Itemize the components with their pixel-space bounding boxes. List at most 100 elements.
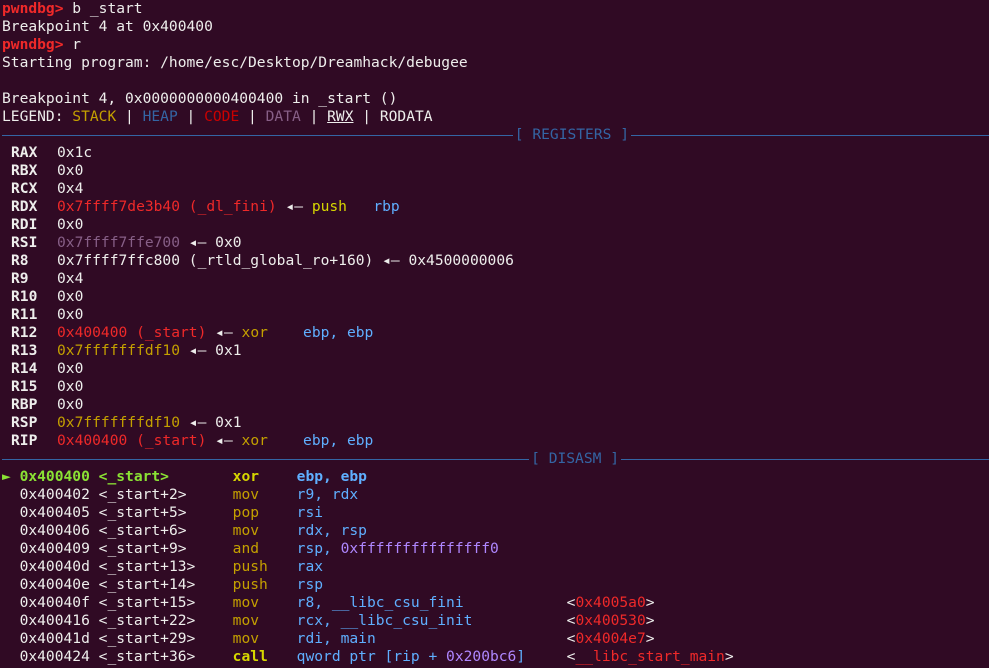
disasm-marker [2, 504, 20, 521]
register-row-rip: RIP 0x400400 (_start) ◂— xor ebp, ebp [2, 432, 989, 450]
operand-main: r9, [296, 486, 332, 503]
register-name: R15 [11, 378, 38, 395]
register-value: 0x400400 (_start) [57, 324, 207, 341]
disasm-marker [2, 522, 20, 539]
operand-main: rdi, [296, 630, 341, 647]
register-name: RDI [11, 216, 38, 233]
operand-main: rsi [296, 504, 324, 521]
disasm-marker [2, 612, 20, 629]
disasm-symbol: <_start> [98, 468, 169, 485]
branch-target: 0x400530 [575, 612, 646, 629]
disasm-title: [ DISASM ] [531, 450, 619, 467]
disasm-marker [2, 594, 20, 611]
register-name: R8 [11, 252, 29, 269]
legend-line: LEGEND: STACK | HEAP | CODE | DATA | RWX… [2, 108, 989, 126]
disasm-address: 0x400406 [19, 522, 90, 539]
disasm-current-line: ► 0x400400 <_start> xor ebp, ebp [2, 468, 989, 486]
deref-arrow-icon: ◂— [206, 432, 242, 449]
disasm-separator: [ DISASM ] [2, 450, 989, 468]
disasm-marker [2, 540, 20, 557]
disasm-symbol: <_start+5> [98, 504, 187, 521]
operand-secondary: main [340, 630, 376, 647]
disasm-line: 0x40040d <_start+13> push rax [2, 558, 989, 576]
disasm-panel: ► 0x400400 <_start> xor ebp, ebp 0x400402 … [2, 468, 989, 666]
register-value: 0x7fffffffdf10 [57, 342, 181, 359]
operand-main: rdx, [296, 522, 341, 539]
register-name: R9 [11, 270, 29, 287]
command-text: b _start [63, 0, 143, 17]
register-value: 0x0 [57, 396, 84, 413]
disasm-mnemonic: call [232, 648, 268, 665]
deref-operand: rbp [373, 198, 400, 215]
register-name: RIP [11, 432, 38, 449]
register-name: RAX [11, 144, 38, 161]
branch-target: 0x4004e7 [575, 630, 646, 647]
legend-sep: | [353, 108, 380, 125]
disasm-operands: r8, __libc_csu_fini [297, 594, 567, 612]
register-name: RCX [11, 180, 38, 197]
terminal-window[interactable]: pwndbg> b _start Breakpoint 4 at 0x40040… [0, 0, 989, 668]
legend-code: CODE [204, 108, 240, 125]
register-value: 0x0 [57, 288, 84, 305]
operand-secondary: rdx [331, 486, 359, 503]
register-name: R10 [11, 288, 38, 305]
output-line: Starting program: /home/esc/Desktop/Drea… [2, 54, 468, 71]
legend-data: DATA [265, 108, 301, 125]
register-name: R14 [11, 360, 38, 377]
disasm-line: 0x400409 <_start+9> and rsp, 0xfffffffffff… [2, 540, 989, 558]
disasm-symbol: <_start+22> [98, 612, 196, 629]
legend-stack: STACK [72, 108, 117, 125]
deref-arrow-icon: ◂— [180, 414, 216, 431]
disasm-address: 0x400402 [19, 486, 90, 503]
register-row-rdi: RDI 0x0 [2, 216, 989, 234]
disasm-symbol: <_start+14> [98, 576, 196, 593]
disasm-symbol: <_start+13> [98, 558, 196, 575]
deref-value: 0x1 [215, 342, 242, 359]
register-value: 0x4 [57, 270, 84, 287]
output-line: Breakpoint 4, 0x0000000000400400 in _sta… [2, 90, 398, 107]
operand-main: rax [296, 558, 324, 575]
operand-main: ebp, ebp [296, 468, 367, 485]
prompt: pwndbg> [2, 36, 64, 53]
disasm-operands: rdx, rsp [297, 522, 567, 540]
disasm-symbol: <_start+6> [98, 522, 187, 539]
command-text: r [63, 36, 82, 53]
disasm-marker [2, 486, 20, 503]
disasm-line: 0x400416 <_start+22> mov rcx, __libc_csu_i… [2, 612, 989, 630]
branch-target: 0x4005a0 [575, 594, 646, 611]
register-value: 0x0 [57, 216, 84, 233]
disasm-mnemonic: pop [232, 504, 260, 521]
disasm-line: 0x400424 <_start+36> call qword ptr [rip +… [2, 648, 989, 666]
disasm-symbol: <_start+15> [98, 594, 196, 611]
register-row-r14: R14 0x0 [2, 360, 989, 378]
deref-value: 0x0 [215, 234, 242, 251]
disasm-marker [2, 558, 20, 575]
register-name: RSP [11, 414, 38, 431]
register-value: 0x0 [57, 162, 84, 179]
register-row-r11: R11 0x0 [2, 306, 989, 324]
disasm-address: 0x400405 [19, 504, 90, 521]
register-row-rbx: RBX 0x0 [2, 162, 989, 180]
disasm-line: 0x400402 <_start+2> mov r9, rdx [2, 486, 989, 504]
deref-value: push [311, 198, 347, 215]
register-value: 0x1c [57, 144, 93, 161]
prompt: pwndbg> [2, 0, 64, 17]
legend-heap: HEAP [142, 108, 178, 125]
disasm-mnemonic: mov [232, 630, 260, 647]
deref-arrow-icon: ◂— [180, 234, 216, 251]
disasm-mnemonic: xor [232, 468, 260, 485]
register-row-r10: R10 0x0 [2, 288, 989, 306]
register-value: 0x400400 (_start) [57, 432, 207, 449]
disasm-operands: qword ptr [rip + 0x200bc6] [297, 648, 567, 666]
operand-secondary: __libc_csu_init [340, 612, 473, 629]
command-line: pwndbg> b _start [2, 0, 989, 18]
register-name: R12 [11, 324, 38, 341]
operand-secondary: 0x200bc6 [446, 648, 517, 665]
disasm-marker [2, 576, 20, 593]
disasm-symbol: <_start+2> [98, 486, 187, 503]
branch-target: __libc_start_main [575, 648, 725, 665]
disasm-mnemonic: mov [232, 594, 260, 611]
register-value: 0x4 [57, 180, 84, 197]
disasm-symbol: <_start+9> [98, 540, 187, 557]
